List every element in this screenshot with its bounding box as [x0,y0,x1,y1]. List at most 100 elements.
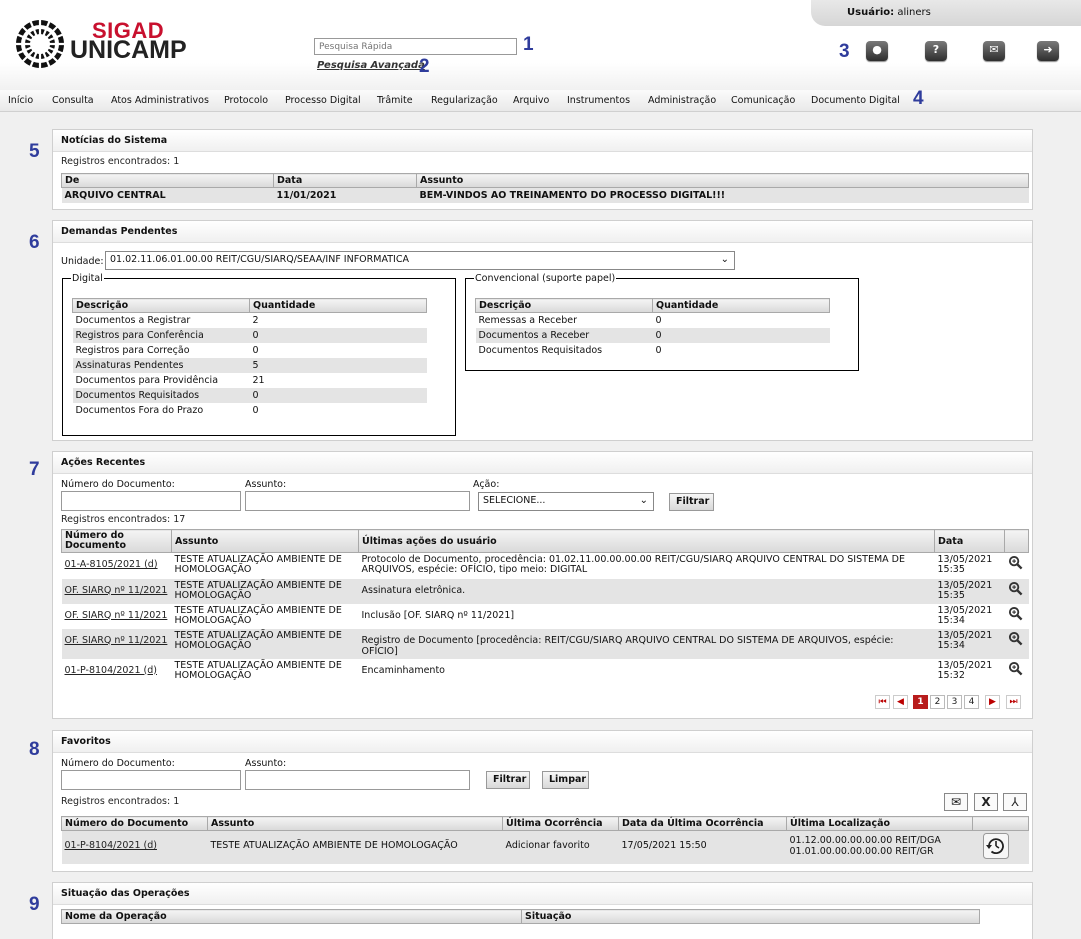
recent-action: Protocolo de Documento, procedência: 01.… [361,554,905,575]
fav-filter-button[interactable]: Filtrar [486,771,530,789]
last-page-icon[interactable]: ⏭ [1006,695,1021,709]
table-row[interactable]: OF. SIARQ nº 11/2021 TESTE ATUALIZAÇÃO A… [61,578,1029,604]
menu-tramite[interactable]: Trâmite [377,95,413,106]
magnify-icon[interactable] [1008,661,1023,676]
quick-search-input[interactable] [314,38,517,55]
recent-view-cell [1005,659,1029,684]
menu-protocolo[interactable]: Protocolo [224,95,268,106]
news-col-assunto[interactable]: Assunto [416,173,1029,188]
magnify-icon[interactable] [1008,631,1023,646]
news-col-de[interactable]: De [61,173,274,188]
op-col-nome[interactable]: Nome da Operação [61,909,522,924]
user-icon[interactable]: ● [866,41,888,61]
table-row[interactable]: OF. SIARQ nº 11/2021 TESTE ATUALIZAÇÃO A… [62,604,1029,629]
menu-arquivo[interactable]: Arquivo [513,95,549,106]
page-4[interactable]: 4 [964,695,979,709]
table-row[interactable]: 01-P-8104/2021 (d) TESTE ATUALIZAÇÃO AMB… [62,659,1029,684]
menu-comunicacao[interactable]: Comunicação [731,95,795,106]
menu-atos-administrativos[interactable]: Atos Administrativos [111,95,209,106]
recent-doc-link[interactable]: 01-A-8105/2021 (d) [65,559,158,570]
fav-col-localizacao[interactable]: Última Localização [786,816,973,831]
menu-regularizacao[interactable]: Regularização [431,95,498,106]
digital-desc: Documentos para Providência [75,375,219,386]
chat-icon[interactable]: ✉ [983,41,1005,61]
menu-documento-digital[interactable]: Documento Digital [811,95,900,106]
excel-icon[interactable]: X [974,793,998,811]
callout-6: 6 [29,232,40,253]
operations-table: Nome da Operação Situação [61,909,980,924]
table-row[interactable]: Assinaturas Pendentes 5 [72,358,427,373]
page-3[interactable]: 3 [947,695,962,709]
fav-col-ocorrencia[interactable]: Última Ocorrência [502,816,619,831]
news-cell: 11/01/2021 [273,187,417,203]
table-row[interactable]: Documentos Requisitados 0 [72,388,427,403]
favorites-table: Número do Documento Assunto Última Ocorr… [61,816,1029,864]
next-page-icon[interactable]: ▶ [985,695,1000,709]
page-2[interactable]: 2 [930,695,945,709]
magnify-icon[interactable] [1008,581,1023,596]
pdf-icon[interactable]: ⅄ [1003,793,1027,811]
recent-col-assunto[interactable]: Assunto [171,529,359,553]
magnify-icon[interactable] [1008,555,1023,570]
fav-subject-input[interactable] [245,770,470,790]
recent-doc-link[interactable]: OF. SIARQ nº 11/2021 [65,585,168,596]
help-icon[interactable]: ? [925,41,947,61]
table-row[interactable]: Documentos para Providência 21 [73,373,427,388]
recent-filter-button[interactable]: Filtrar [669,493,714,511]
recent-doc-input[interactable] [61,491,241,511]
digital-qty: 0 [249,388,427,403]
table-row[interactable]: Remessas a Receber 0 [476,313,830,329]
fav-clear-button[interactable]: Limpar [542,771,589,789]
first-page-icon[interactable]: ⏮ [875,695,890,709]
table-row[interactable]: OF. SIARQ nº 11/2021 TESTE ATUALIZAÇÃO A… [61,628,1029,659]
table-row[interactable]: Registros para Correção 0 [73,343,427,358]
recent-col-acoes[interactable]: Últimas ações do usuário [358,529,935,553]
unit-select[interactable]: 01.02.11.06.01.00.00 REIT/CGU/SIARQ/SEAA… [105,251,735,270]
menu-processo-digital[interactable]: Processo Digital [285,95,361,106]
table-row[interactable]: 01-A-8105/2021 (d) TESTE ATUALIZAÇÃO AMB… [62,553,1029,579]
recent-action-select[interactable]: SELECIONE... ⌄ [478,492,654,511]
recent-subject-input[interactable] [245,491,470,511]
email-icon[interactable]: ✉ [944,793,968,811]
menu-instrumentos[interactable]: Instrumentos [567,95,630,106]
callout-9: 9 [29,894,40,915]
digital-qty: 0 [252,405,259,416]
page-1[interactable]: 1 [913,695,928,709]
recent-col-numero[interactable]: Número do Documento [61,529,172,553]
table-row[interactable]: Documentos a Receber 0 [475,328,830,343]
fav-col-data[interactable]: Data da Última Ocorrência [618,816,787,831]
history-icon[interactable] [982,833,1009,859]
table-row[interactable]: Documentos Requisitados 0 [476,343,830,358]
recent-col-data[interactable]: Data [934,529,1005,553]
recent-date: 13/05/2021 15:35 [937,554,993,575]
table-row[interactable]: Registros para Conferência 0 [72,328,427,343]
logo: SIGAD UNICAMP [12,14,192,78]
recent-doc-link[interactable]: 01-P-8104/2021 (d) [65,665,157,676]
fav-col-numero[interactable]: Número do Documento [61,816,208,831]
fav-doc-link[interactable]: 01-P-8104/2021 (d) [65,840,157,851]
fav-col-assunto[interactable]: Assunto [207,816,503,831]
news-col-data[interactable]: Data [273,173,417,188]
logo-unicamp: UNICAMP [70,36,187,64]
pending-panel: Demandas Pendentes Unidade: 01.02.11.06.… [52,220,1033,441]
menu-inicio[interactable]: Início [8,95,33,106]
recent-doc-link[interactable]: OF. SIARQ nº 11/2021 [65,635,168,646]
exit-icon[interactable]: ➜ [1037,41,1059,61]
op-col-situacao[interactable]: Situação [521,909,980,924]
conventional-qty: 0 [655,345,662,356]
magnify-icon[interactable] [1008,606,1023,621]
table-row[interactable]: ARQUIVO CENTRAL 11/01/2021 BEM-VINDOS AO… [61,187,1029,203]
fav-doc-input[interactable] [61,770,241,790]
digital-desc: Documentos a Registrar [75,315,191,326]
digital-desc: Documentos Requisitados [72,388,250,403]
table-row[interactable]: Documentos Fora do Prazo 0 [73,403,427,418]
prev-page-icon[interactable]: ◀ [893,695,908,709]
conventional-col-descricao: Descrição [475,298,653,313]
menu-consulta[interactable]: Consulta [52,95,94,106]
conventional-col-quantidade: Quantidade [652,298,830,313]
table-row[interactable]: Documentos a Registrar 2 [73,313,427,329]
table-row[interactable]: 01-P-8104/2021 (d) TESTE ATUALIZAÇÃO AMB… [61,830,1029,864]
advanced-search-link[interactable]: Pesquisa Avançada [317,60,425,71]
menu-administracao[interactable]: Administração [648,95,716,106]
recent-doc-link[interactable]: OF. SIARQ nº 11/2021 [65,610,168,621]
